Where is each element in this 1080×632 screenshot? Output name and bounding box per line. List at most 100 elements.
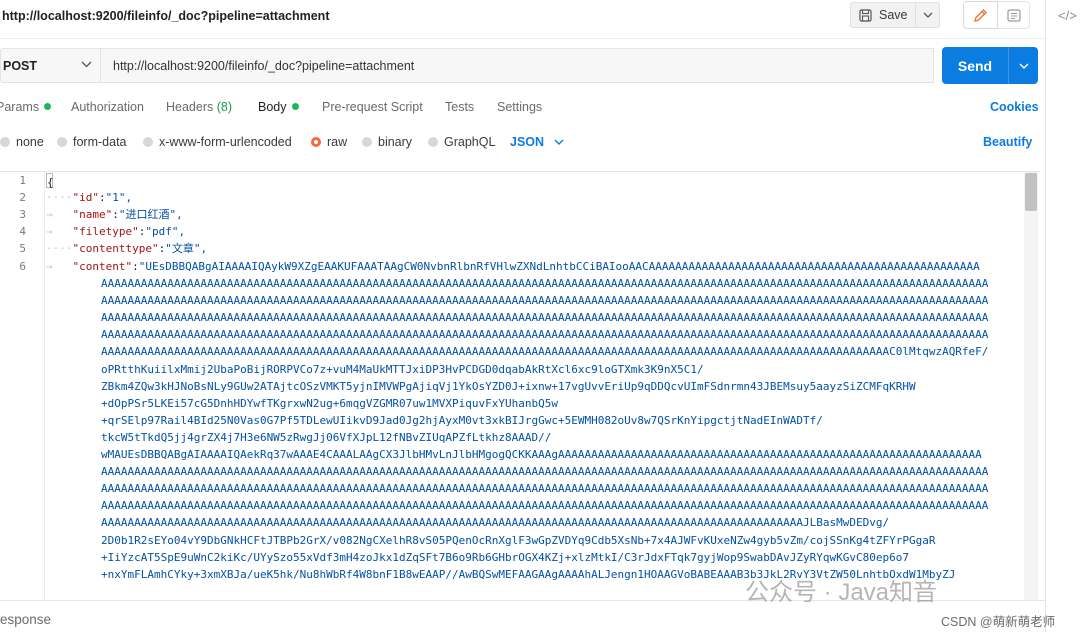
save-options-button[interactable] <box>916 2 940 28</box>
beautify-link[interactable]: Beautify <box>983 135 1032 149</box>
save-button[interactable]: Save <box>850 2 916 28</box>
cookies-link[interactable]: Cookies <box>990 100 1039 114</box>
content-continuation-line: ZBkm4ZQw3kHJNoBsNLy9GUw2ATAjtcOSzVMKT5yj… <box>101 379 916 393</box>
editor-scrollbar[interactable] <box>1024 172 1038 600</box>
tab-headers[interactable]: Headers (8) <box>166 100 232 114</box>
tab-params[interactable]: Params <box>0 100 52 114</box>
radio-form-data[interactable]: form-data <box>57 135 127 149</box>
content-continuation-line: wMAUEsDBBQABgAIAAAAIQAekRq37wAAAE4CAAALA… <box>101 448 982 461</box>
line-number: 3 <box>19 208 26 221</box>
tab-tests-label: Tests <box>445 100 475 114</box>
radio-binary[interactable]: binary <box>362 135 412 149</box>
tab-pre-request-label: Pre-request Script <box>322 100 423 114</box>
headers-count: (8) <box>216 100 233 114</box>
json-key: "content" <box>72 260 133 273</box>
text-cursor: { <box>46 173 54 189</box>
documentation-button[interactable] <box>998 1 1030 29</box>
line-number: 4 <box>19 225 26 238</box>
pencil-icon <box>974 8 987 22</box>
radio-binary-label: binary <box>378 135 413 149</box>
tab-headers-label: Headers <box>166 100 214 114</box>
tab-tests[interactable]: Tests <box>445 100 474 114</box>
line-number: 6 <box>19 260 26 273</box>
code-snippet-icon[interactable]: </> <box>1058 8 1077 23</box>
content-continuation-line: AAAAAAAAAAAAAAAAAAAAAAAAAAAAAAAAAAAAAAAA… <box>101 277 989 290</box>
json-key: "id" <box>72 191 100 204</box>
radio-graphql-label: GraphQL <box>444 135 496 149</box>
json-value: "pdf", <box>145 225 186 238</box>
radio-none[interactable]: none <box>0 135 44 149</box>
content-continuation-line: AAAAAAAAAAAAAAAAAAAAAAAAAAAAAAAAAAAAAAAA… <box>101 516 890 530</box>
save-label: Save <box>879 8 908 22</box>
tab-settings-label: Settings <box>497 100 543 114</box>
request-title[interactable]: http://localhost:9200/fileinfo/_doc?pipe… <box>2 9 329 23</box>
content-continuation-line: AAAAAAAAAAAAAAAAAAAAAAAAAAAAAAAAAAAAAAAA… <box>101 465 989 479</box>
radio-circle <box>428 137 438 147</box>
tab-body-label: Body <box>258 100 287 114</box>
send-button[interactable]: Send <box>942 47 1008 84</box>
chevron-down-icon <box>923 12 932 18</box>
radio-circle-selected <box>311 137 321 147</box>
code-area[interactable]: { ····"id":"1", → "name":"进口红酒", → "file… <box>46 172 1020 600</box>
line-number: 1 <box>19 174 26 187</box>
code-line-5: ····"contenttype":"文章", <box>46 242 208 255</box>
code-line-6: → "content":"UEsDBBQABgAIAAAAIQAykW9XZgE… <box>46 260 980 273</box>
url-text: http://localhost:9200/fileinfo/_doc?pipe… <box>113 58 415 73</box>
body-editor[interactable]: 1 2 3 4 5 6 { ····"id":"1", → "name":"进口… <box>0 171 1040 600</box>
method-label: POST <box>3 58 38 73</box>
radio-circle <box>57 137 67 147</box>
radio-urlencoded[interactable]: x-www-form-urlencoded <box>143 135 292 149</box>
url-input[interactable]: http://localhost:9200/fileinfo/_doc?pipe… <box>100 48 934 83</box>
radio-form-data-label: form-data <box>73 135 127 149</box>
scrollbar-thumb[interactable] <box>1025 173 1037 211</box>
radio-graphql[interactable]: GraphQL <box>428 135 495 149</box>
line-number-gutter: 1 2 3 4 5 6 <box>0 172 45 600</box>
content-continuation-line: AAAAAAAAAAAAAAAAAAAAAAAAAAAAAAAAAAAAAAAA… <box>101 328 989 342</box>
content-continuation-line: oPRtthKuiilxMmij2UbaPoBijRORPVCo7z+vuM4M… <box>101 362 704 376</box>
json-value: "文章", <box>165 242 208 255</box>
document-icon <box>1006 8 1021 22</box>
response-section-label[interactable]: esponse <box>0 612 51 627</box>
json-key: "name" <box>72 208 113 221</box>
tab-body[interactable]: Body <box>258 100 299 114</box>
credit-text: CSDN @萌新萌老师 <box>941 615 1056 629</box>
status-dot <box>291 103 299 110</box>
edit-mode-button[interactable] <box>963 1 998 29</box>
content-continuation-line: +IiYzcAT5SpE9uWnC2kiKc/UYySzo55xVdf3mH4z… <box>101 550 909 564</box>
raw-format-select[interactable]: JSON <box>510 135 564 149</box>
watermark: 公众号 · Java知音 <box>745 579 938 606</box>
tab-pre-request-script[interactable]: Pre-request Script <box>322 100 423 114</box>
line-number: 2 <box>19 191 26 204</box>
radio-circle <box>143 137 153 147</box>
chevron-down-icon <box>81 61 92 68</box>
chevron-down-icon <box>1019 63 1028 69</box>
tab-settings[interactable]: Settings <box>497 100 542 114</box>
chevron-down-icon <box>554 139 564 145</box>
content-continuation-line: 2D0b1R2sEYo04vY9DbGNkHCFtJTBPb2GrX/v082N… <box>101 533 936 547</box>
json-value: "进口红酒", <box>118 208 183 221</box>
content-continuation-line: AAAAAAAAAAAAAAAAAAAAAAAAAAAAAAAAAAAAAAAA… <box>101 499 989 513</box>
save-icon <box>859 8 872 22</box>
json-key: "filetype" <box>72 225 139 238</box>
radio-raw-label: raw <box>327 135 348 149</box>
status-dot <box>44 103 52 110</box>
content-continuation-line: +qrSElp97Rail4BId25N0Vas0G7Pf5TDLewUIikv… <box>101 413 823 427</box>
radio-circle <box>0 137 10 147</box>
raw-format-label: JSON <box>510 135 545 149</box>
tab-authorization-label: Authorization <box>71 100 144 114</box>
content-continuation-line: tkcW5tTkdQ5jj4grZX4j7H3e6NW5zRwgJj06VfXJ… <box>101 430 552 444</box>
content-continuation-line: AAAAAAAAAAAAAAAAAAAAAAAAAAAAAAAAAAAAAAAA… <box>101 311 989 325</box>
sidebar-divider <box>1045 0 1046 632</box>
radio-raw[interactable]: raw <box>311 135 347 149</box>
radio-none-label: none <box>16 135 44 149</box>
method-select[interactable]: POST <box>0 48 100 83</box>
line-number: 5 <box>19 242 26 255</box>
tab-authorization[interactable]: Authorization <box>71 100 144 114</box>
request-header: http://localhost:9200/fileinfo/_doc?pipe… <box>0 0 1045 39</box>
open-brace: { <box>47 176 54 189</box>
send-options-button[interactable] <box>1008 47 1038 84</box>
json-key: "contenttype" <box>72 242 159 255</box>
content-continuation-line: AAAAAAAAAAAAAAAAAAAAAAAAAAAAAAAAAAAAAAAA… <box>101 294 989 308</box>
code-line-3: → "name":"进口红酒", <box>46 208 183 221</box>
code-line-1: { <box>46 172 54 189</box>
